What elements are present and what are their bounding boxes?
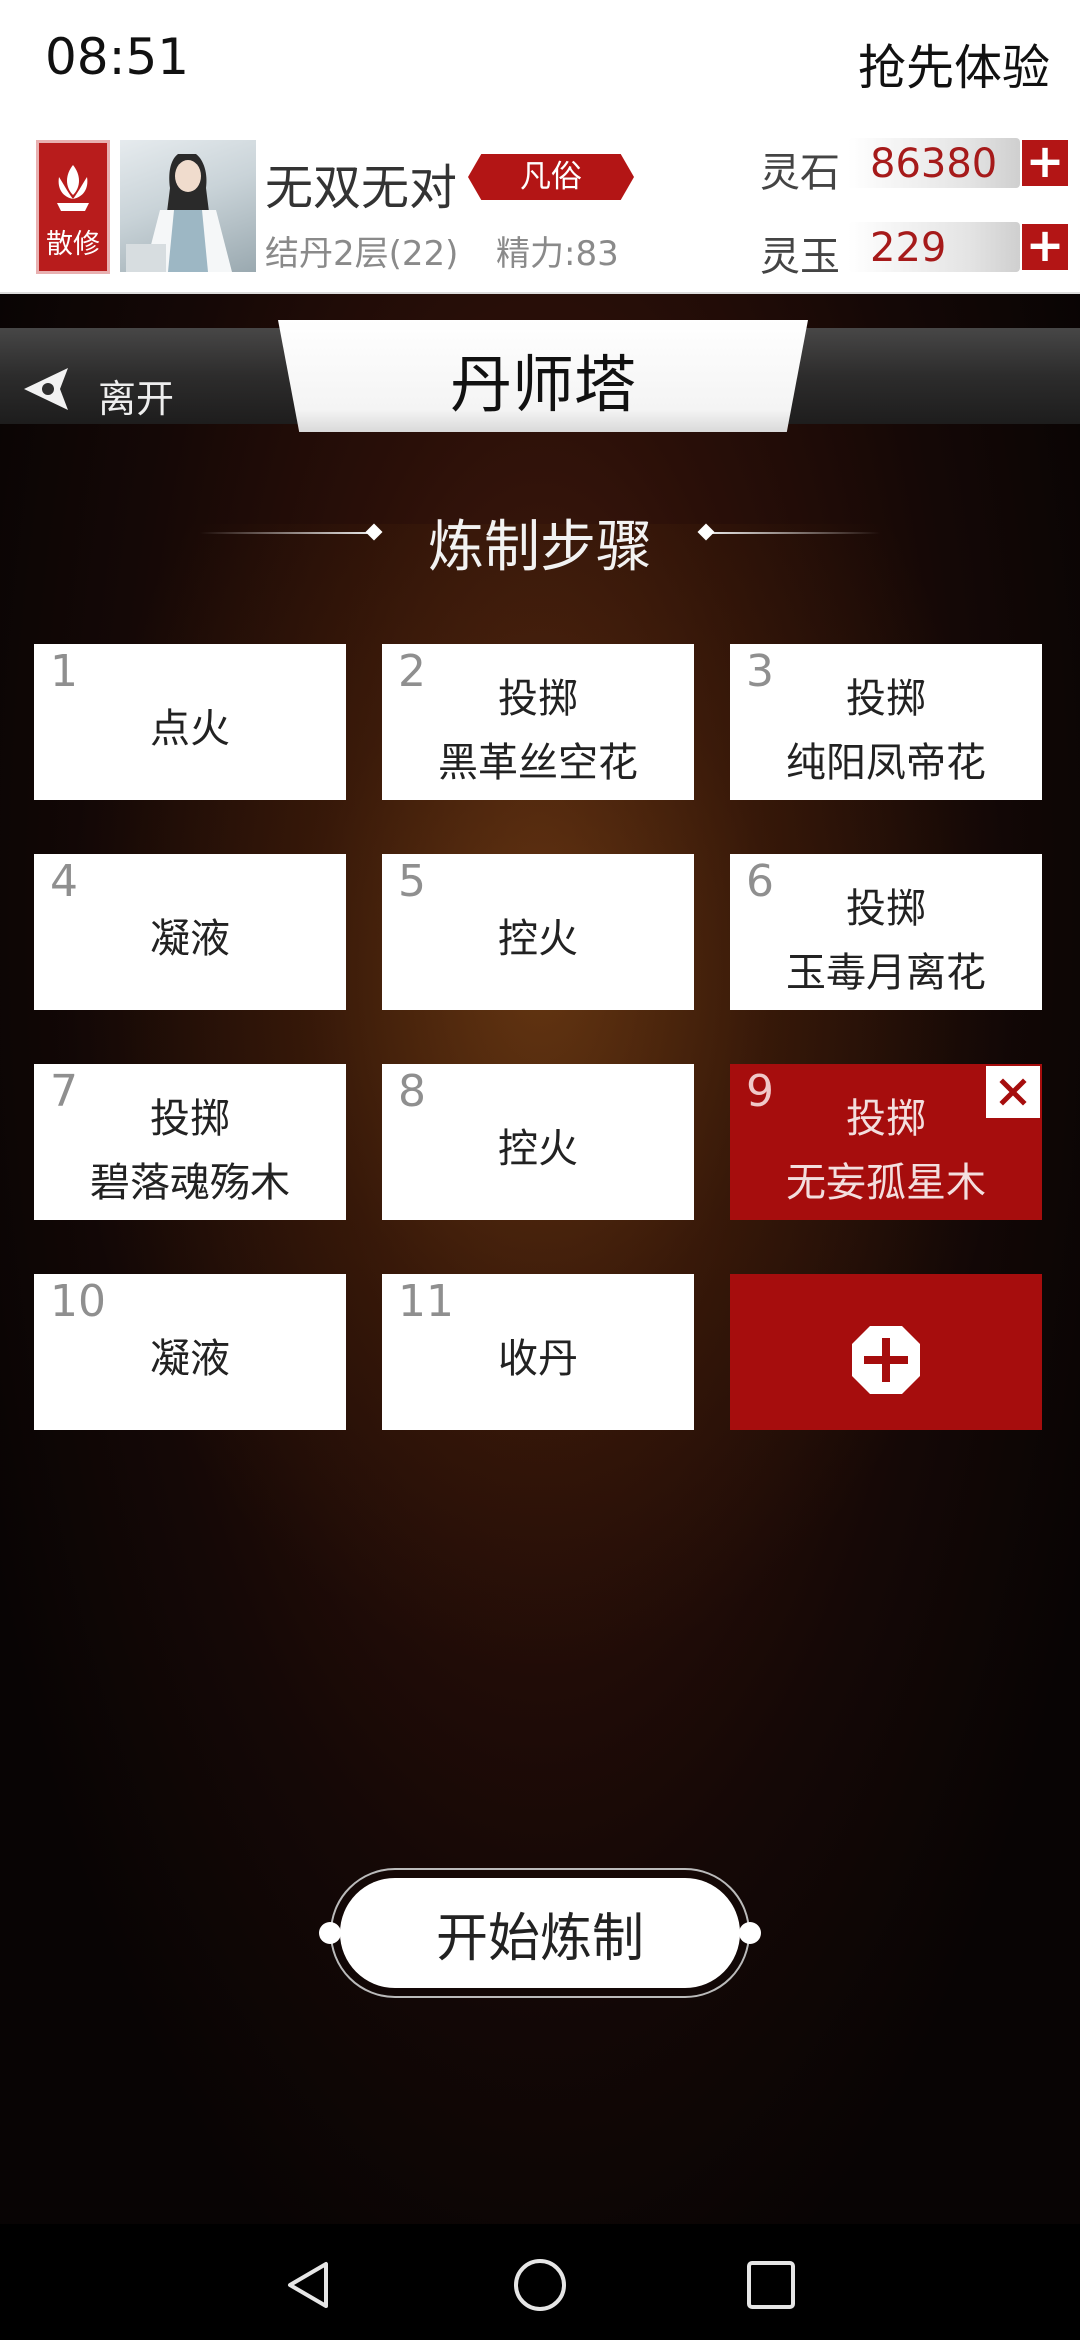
add-spirit-jade-button[interactable]: + [1022,222,1068,270]
rank-badge: 凡俗 [468,154,634,200]
early-access-label: 抢先体验 [857,40,1050,96]
spirit-stone-row: 灵石 86380 + [760,136,1070,196]
delete-step-button[interactable] [984,1064,1042,1120]
step-card-9-selected[interactable]: 9 投掷 无妄孤星木 [730,1064,1042,1220]
player-header: 散修 无双无对 凡俗 结丹2层(22) 精力:83 灵石 86380 + 灵玉 … [0,130,1080,294]
step-card-6[interactable]: 6 投掷 玉毒月离花 [730,854,1042,1010]
add-step-button[interactable] [730,1274,1042,1430]
step-card-4[interactable]: 4 凝液 [34,854,346,1010]
add-icon [852,1326,920,1394]
title-bar: 丹师塔 离开 [0,320,1080,432]
step-number: 10 [50,1276,106,1327]
status-bar: 08:51 抢先体验 [0,0,1080,130]
spirit-jade-row: 灵玉 229 + [760,220,1070,280]
energy-stat: 精力:83 [496,234,619,274]
sect-label: 散修 [46,229,100,260]
step-action: 投掷 [150,1096,230,1142]
start-refining-button[interactable]: 开始炼制 [319,1868,761,1998]
lotus-icon [57,165,89,211]
leave-button[interactable]: 离开 [20,358,220,424]
step-card-10[interactable]: 10 凝液 [34,1274,346,1430]
step-action: 投掷 [846,676,926,722]
step-card-7[interactable]: 7 投掷 碧落魂殇木 [34,1064,346,1220]
step-ingredient: 黑革丝空花 [438,740,638,786]
nav-back-icon[interactable] [282,2258,336,2312]
step-card-5[interactable]: 5 控火 [382,854,694,1010]
step-number: 4 [50,856,78,907]
resource-label: 灵石 [760,150,840,196]
game-area: 丹师塔 离开 炼制步骤 1 点火 2 投掷 黑革丝空花 3 投掷 纯阳凤帝花 4… [0,294,1080,2224]
step-ingredient: 碧落魂殇木 [90,1160,290,1206]
spirit-jade-value: 229 [870,225,947,271]
cultivation-realm: 结丹2层(22) [265,234,459,274]
steps-header: 炼制步骤 [0,494,1080,580]
sect-badge[interactable]: 散修 [36,140,110,274]
start-refining-label: 开始炼制 [435,1909,644,1969]
step-card-1[interactable]: 1 点火 [34,644,346,800]
step-ingredient: 纯阳凤帝花 [786,740,986,786]
steps-title: 炼制步骤 [428,515,652,580]
add-spirit-stone-button[interactable]: + [1022,138,1068,186]
step-card-11[interactable]: 11 收丹 [382,1274,694,1430]
page-title: 丹师塔 [449,348,636,421]
system-nav-bar [0,2224,1080,2340]
step-ingredient: 玉毒月离花 [786,950,986,996]
resource-label: 灵玉 [760,234,840,280]
step-number: 8 [398,1066,426,1117]
step-ingredient: 无妄孤星木 [786,1160,986,1206]
step-card-2[interactable]: 2 投掷 黑革丝空花 [382,644,694,800]
step-card-8[interactable]: 8 控火 [382,1064,694,1220]
nav-recents-icon[interactable] [744,2258,798,2312]
player-name: 无双无对 [265,160,458,216]
step-action: 控火 [498,916,578,962]
avatar-portrait-icon [126,154,232,272]
avatar[interactable] [120,140,256,272]
nav-home-icon[interactable] [512,2257,568,2313]
close-icon [999,1078,1027,1106]
spirit-stone-value: 86380 [870,141,998,187]
step-action: 投掷 [498,676,578,722]
step-action: 控火 [498,1126,578,1172]
step-number: 1 [50,646,78,697]
step-action: 凝液 [150,1336,230,1382]
step-card-3[interactable]: 3 投掷 纯阳凤帝花 [730,644,1042,800]
step-action: 投掷 [846,886,926,932]
step-action: 收丹 [498,1336,578,1382]
step-action: 凝液 [150,916,230,962]
step-action: 点火 [150,706,230,752]
step-number: 11 [398,1276,454,1327]
back-arrow-icon [24,368,68,410]
status-time: 08:51 [45,28,190,86]
leave-label: 离开 [98,377,175,421]
step-number: 5 [398,856,426,907]
